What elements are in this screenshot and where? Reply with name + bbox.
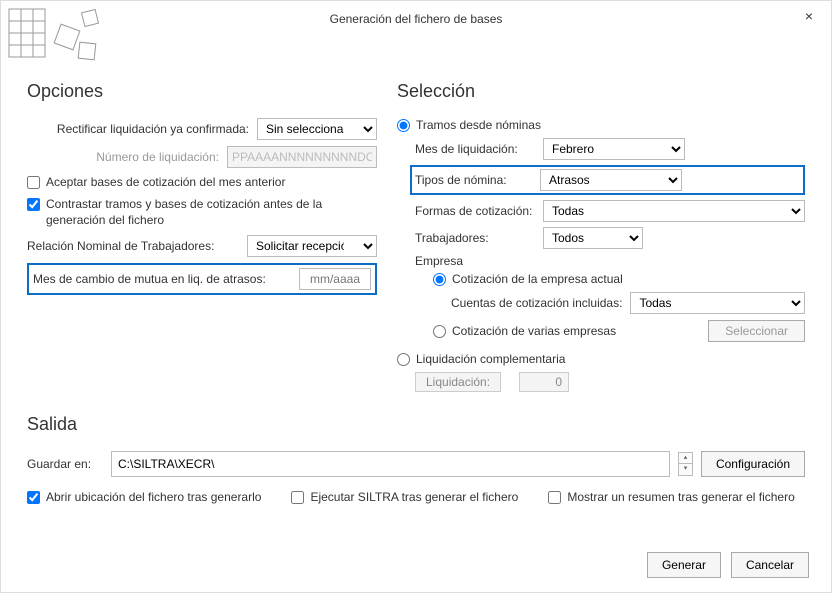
liq-field-label: Liquidación: — [415, 372, 501, 392]
contrastar-label: Contrastar tramos y bases de cotización … — [46, 196, 377, 228]
generar-button[interactable]: Generar — [647, 552, 721, 578]
empresa-label: Empresa — [415, 254, 805, 268]
tipos-nomina-combo[interactable]: Atrasos — [540, 169, 682, 191]
cot-actual-label: Cotización de la empresa actual — [452, 272, 623, 286]
contrastar-checkbox[interactable] — [27, 198, 40, 211]
guardar-label: Guardar en: — [27, 457, 103, 471]
cot-varias-radio[interactable] — [433, 325, 446, 338]
mes-cambio-input[interactable] — [299, 268, 371, 290]
trabajadores-label: Trabajadores: — [415, 231, 543, 245]
trabajadores-combo[interactable]: Todos — [543, 227, 643, 249]
mostrar-resumen-label: Mostrar un resumen tras generar el fiche… — [567, 489, 794, 505]
numero-liq-label: Número de liquidación: — [27, 150, 227, 164]
liq-field-value: 0 — [519, 372, 569, 392]
opciones-heading: Opciones — [27, 81, 377, 102]
ejecutar-siltra-label: Ejecutar SILTRA tras generar el fichero — [310, 489, 518, 505]
config-button[interactable]: Configuración — [701, 451, 805, 477]
liq-comp-label: Liquidación complementaria — [416, 352, 565, 366]
mes-cambio-label: Mes de cambio de mutua en liq. de atraso… — [33, 272, 299, 286]
liq-comp-radio[interactable] — [397, 353, 410, 366]
numero-liq-input — [227, 146, 377, 168]
path-spinner[interactable]: ▴ ▾ — [678, 451, 693, 477]
title-bar: Generación del fichero de bases × — [1, 1, 831, 37]
close-icon[interactable]: × — [799, 7, 819, 27]
guardar-input[interactable] — [111, 451, 670, 477]
cot-actual-radio[interactable] — [433, 273, 446, 286]
mostrar-resumen-checkbox[interactable] — [548, 491, 561, 504]
rectificar-combo[interactable]: Sin seleccionar — [257, 118, 377, 140]
mes-liq-label: Mes de liquidación: — [415, 142, 543, 156]
relacion-label: Relación Nominal de Trabajadores: — [27, 239, 247, 253]
cuentas-combo[interactable]: Todas — [630, 292, 805, 314]
rectificar-label: Rectificar liquidación ya confirmada: — [27, 122, 257, 136]
relacion-combo[interactable]: Solicitar recepció — [247, 235, 377, 257]
cot-varias-label: Cotización de varias empresas — [452, 324, 702, 338]
cuentas-label: Cuentas de cotización incluidas: — [451, 296, 622, 310]
window-title: Generación del fichero de bases — [330, 12, 503, 26]
aceptar-bases-label: Aceptar bases de cotización del mes ante… — [46, 174, 285, 190]
ejecutar-siltra-checkbox[interactable] — [291, 491, 304, 504]
tramos-radio[interactable] — [397, 119, 410, 132]
abrir-ubicacion-checkbox[interactable] — [27, 491, 40, 504]
formas-label: Formas de cotización: — [415, 204, 543, 218]
abrir-ubicacion-label: Abrir ubicación del fichero tras generar… — [46, 489, 261, 505]
tramos-label: Tramos desde nóminas — [416, 118, 541, 132]
formas-combo[interactable]: Todas — [543, 200, 805, 222]
spin-up-icon[interactable]: ▴ — [678, 452, 693, 464]
salida-heading: Salida — [27, 414, 805, 435]
cancelar-button[interactable]: Cancelar — [731, 552, 809, 578]
seleccion-heading: Selección — [397, 81, 805, 102]
aceptar-bases-checkbox[interactable] — [27, 176, 40, 189]
mes-liq-combo[interactable]: Febrero — [543, 138, 685, 160]
seleccionar-button: Seleccionar — [708, 320, 805, 342]
spin-down-icon[interactable]: ▾ — [678, 464, 693, 476]
tipos-nomina-label: Tipos de nómina: — [415, 173, 540, 187]
